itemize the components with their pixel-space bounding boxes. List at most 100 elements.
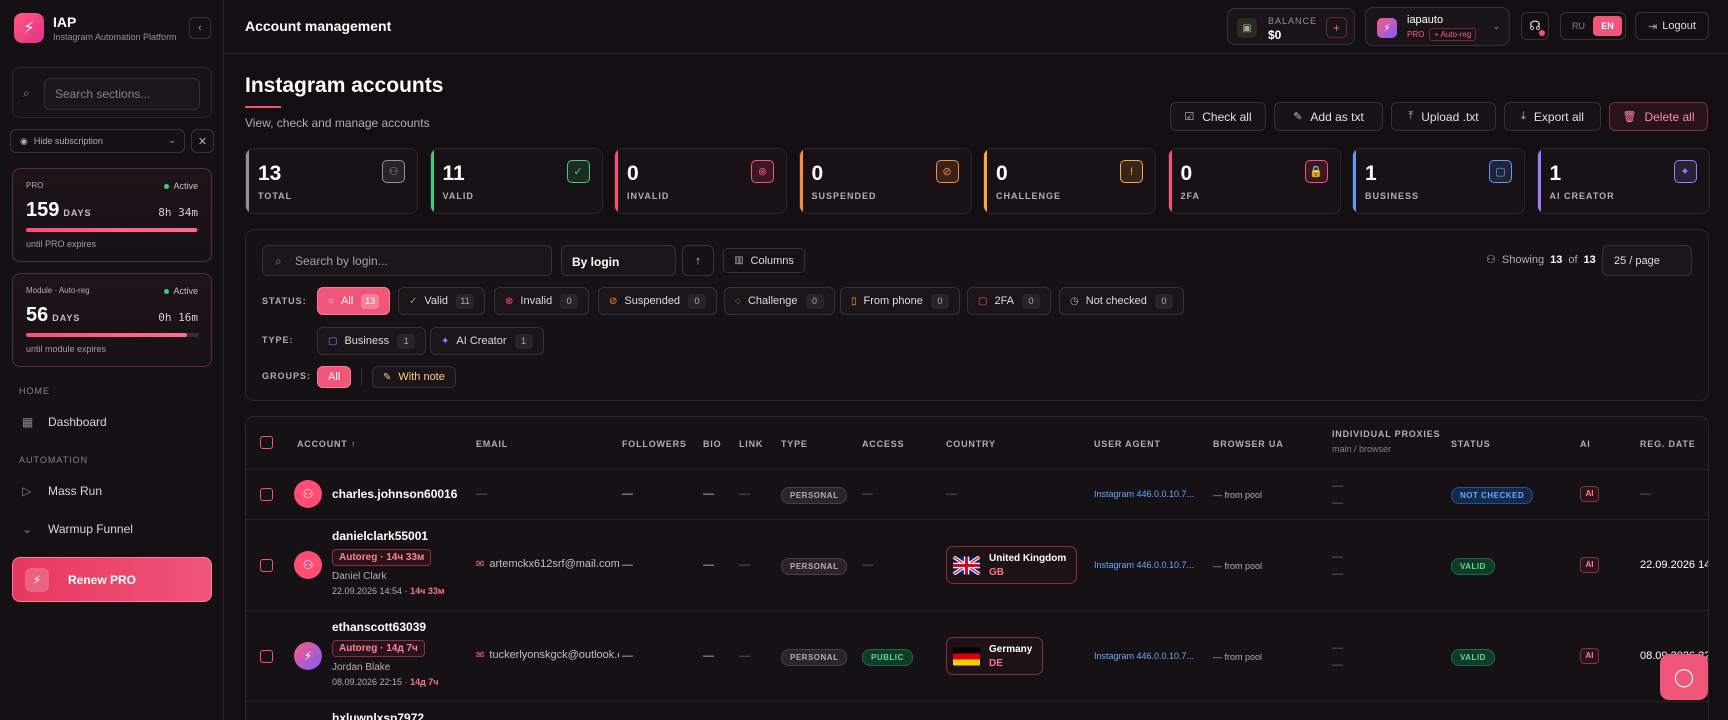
alert-icon: ◌ bbox=[735, 295, 741, 307]
type-chip-ai-creator[interactable]: ✦ AI Creator 1 bbox=[430, 327, 544, 355]
status-chip-2fa[interactable]: ▢ 2FA 0 bbox=[967, 287, 1052, 315]
subscription-time: 0h 16m bbox=[158, 311, 198, 324]
stat-label: VALID bbox=[442, 191, 474, 201]
group-chip-all[interactable]: All bbox=[317, 366, 352, 388]
x-circle-icon: ⊗ bbox=[505, 295, 514, 307]
top-up-button[interactable]: + bbox=[1326, 17, 1347, 38]
subscription-label: Module · Auto-reg bbox=[26, 286, 90, 295]
status-chip-invalid[interactable]: ⊗ Invalid 0 bbox=[494, 287, 590, 315]
ai-badge[interactable]: AI bbox=[1580, 648, 1599, 664]
renew-pro-button[interactable]: ⚡ Renew PRO bbox=[12, 557, 212, 602]
ai-badge[interactable]: AI bbox=[1580, 486, 1599, 502]
check-all-button[interactable]: ☑ Check all bbox=[1170, 102, 1266, 131]
link: — bbox=[739, 559, 750, 571]
bio: — bbox=[703, 559, 714, 571]
col-access: ACCESS bbox=[862, 439, 905, 449]
type-chip-business[interactable]: ▢ Business 1 bbox=[317, 327, 427, 355]
lang-ru[interactable]: RU bbox=[1564, 16, 1593, 36]
user-menu[interactable]: ⚡ iapauto PRO + Auto-reg ⌄ bbox=[1365, 7, 1510, 46]
sidebar-search-input[interactable] bbox=[44, 78, 200, 110]
sort-by-select[interactable]: By login bbox=[561, 245, 676, 276]
stat-card-business[interactable]: 1 BUSINESS ▢ bbox=[1352, 148, 1525, 214]
check-icon: ✓ bbox=[409, 295, 418, 307]
row-checkbox[interactable] bbox=[260, 650, 273, 663]
play-icon: ▷ bbox=[22, 484, 32, 498]
email[interactable]: ✉ artemckx612srf@mail.com bbox=[476, 558, 620, 570]
account-login[interactable]: danielclark55001 bbox=[332, 529, 428, 543]
stat-value: 0 bbox=[627, 162, 639, 185]
type: PERSONAL bbox=[781, 487, 848, 504]
edit-icon: ✎ bbox=[1293, 111, 1303, 123]
status-badge: VALID bbox=[1451, 649, 1495, 666]
stat-label: 2FA bbox=[1180, 191, 1201, 201]
row-checkbox[interactable] bbox=[260, 488, 273, 501]
col-followers: FOLLOWERS bbox=[622, 439, 687, 449]
group-chip-with-note[interactable]: ✎ With note bbox=[372, 366, 456, 388]
chevron-left-icon: ‹ bbox=[198, 22, 202, 34]
upload-txt-button[interactable]: ⤒ Upload .txt bbox=[1391, 102, 1496, 131]
export-all-button[interactable]: ⤓ Export all bbox=[1504, 102, 1601, 131]
sidebar: ⚡ IAP Instagram Automation Platform ‹ ⌕ … bbox=[0, 0, 224, 720]
country-badge: Germany DE bbox=[946, 637, 1044, 675]
table-row[interactable]: ⚇ danielclark55001 Autoreg · 14ч 33м Dan… bbox=[246, 520, 1708, 611]
table-row[interactable]: hxluwnlxsp7972 bbox=[246, 702, 1708, 720]
ai-badge[interactable]: AI bbox=[1580, 557, 1599, 573]
per-page-select[interactable]: 25 / page bbox=[1602, 245, 1692, 276]
user-agent[interactable]: Instagram 446.0.0.10.7... bbox=[1094, 489, 1194, 499]
stat-card-suspended[interactable]: 0 SUSPENDED ⊘ bbox=[798, 148, 972, 214]
user-badge: + Auto-reg bbox=[1429, 28, 1477, 41]
sort-direction-button[interactable]: ↑ bbox=[682, 245, 714, 276]
briefcase-icon: ▢ bbox=[328, 335, 338, 347]
status-badge: VALID bbox=[1451, 558, 1495, 575]
status-chip-challenge[interactable]: ◌ Challenge 0 bbox=[724, 287, 835, 315]
collapse-sidebar-button[interactable]: ‹ bbox=[189, 17, 211, 39]
account-login[interactable]: charles.johnson60016 bbox=[332, 487, 457, 501]
stat-card-total[interactable]: 13 TOTAL ⚇ bbox=[245, 148, 418, 214]
status-chip-suspended[interactable]: ⊘ Suspended 0 bbox=[598, 287, 718, 315]
brand[interactable]: ⚡ IAP Instagram Automation Platform bbox=[14, 13, 177, 43]
delete-all-button[interactable]: 🗑 Delete all bbox=[1609, 102, 1708, 131]
status-chip-all[interactable]: ○ All 13 bbox=[317, 287, 391, 315]
user-agent[interactable]: Instagram 446.0.0.10.7... bbox=[1094, 560, 1194, 570]
group-divider bbox=[361, 368, 362, 386]
sidebar-item-warmup-funnel[interactable]: ⌄ Warmup Funnel bbox=[22, 522, 133, 536]
status-chip-from-phone[interactable]: ▯ From phone 0 bbox=[840, 287, 960, 315]
columns-button[interactable]: ▥ Columns bbox=[723, 248, 805, 273]
sidebar-item-mass-run[interactable]: ▷ Mass Run bbox=[22, 484, 102, 498]
ban-icon: ⊘ bbox=[609, 295, 618, 307]
table-row[interactable]: ⚇ charles.johnson60016 — — — — PERSONAL … bbox=[246, 470, 1708, 520]
status-chip-valid[interactable]: ✓ Valid 11 bbox=[398, 287, 486, 315]
logout-icon: ⇥ bbox=[1648, 20, 1658, 33]
stat-card-ai-creator[interactable]: 1 AI CREATOR ✦ bbox=[1536, 148, 1710, 214]
hide-subscription-toggle[interactable]: ◉ Hide subscription ⌄ bbox=[10, 129, 185, 153]
col-account[interactable]: ACCOUNT ↑ bbox=[297, 439, 356, 449]
add-as-txt-button[interactable]: ✎ Add as txt bbox=[1274, 102, 1383, 131]
email[interactable]: ✉ tuckerlyonskgck@outlook.c bbox=[476, 649, 619, 661]
stat-card-challenge[interactable]: 0 CHALLENGE! bbox=[983, 148, 1156, 214]
stat-card-2fa[interactable]: 0 2FA 🔒 bbox=[1167, 148, 1341, 214]
search-icon: ⌕ bbox=[275, 254, 282, 268]
logout-button[interactable]: ⇥ Logout bbox=[1635, 12, 1709, 40]
col-user-agent: USER AGENT bbox=[1094, 439, 1161, 449]
support-button[interactable]: ☊ bbox=[1521, 12, 1549, 40]
autoreg-badge: Autoreg · 14д 7ч bbox=[332, 640, 425, 657]
account-login[interactable]: hxluwnlxsp7972 bbox=[332, 711, 424, 720]
status-chip-not-checked[interactable]: ◷ Not checked 0 bbox=[1059, 287, 1184, 315]
user-agent[interactable]: Instagram 446.0.0.10.7... bbox=[1094, 651, 1194, 661]
account-login[interactable]: ethanscott63039 bbox=[332, 620, 426, 634]
account-search-input[interactable] bbox=[295, 246, 545, 275]
proxy-browser: — bbox=[1332, 659, 1343, 671]
lang-en[interactable]: EN bbox=[1593, 16, 1622, 36]
stat-label: CHALLENGE bbox=[996, 191, 1061, 201]
browser-ua: — from pool bbox=[1213, 490, 1263, 500]
row-checkbox[interactable] bbox=[260, 559, 273, 572]
stat-card-valid[interactable]: 11 VALID ✓ bbox=[429, 148, 603, 214]
select-all-checkbox[interactable] bbox=[260, 436, 273, 449]
sidebar-item-dashboard[interactable]: ▦ Dashboard bbox=[22, 415, 107, 429]
close-subscription-button[interactable]: ✕ bbox=[191, 129, 214, 153]
stat-card-invalid[interactable]: 0 INVALID ⊗ bbox=[614, 148, 787, 214]
table-row[interactable]: ⚡ ethanscott63039 Autoreg · 14д 7ч Jorda… bbox=[246, 611, 1708, 702]
germany-flag-icon bbox=[953, 647, 980, 665]
subscription-days: 159 DAYS bbox=[26, 199, 92, 221]
chat-button[interactable]: ◯ bbox=[1660, 654, 1708, 700]
